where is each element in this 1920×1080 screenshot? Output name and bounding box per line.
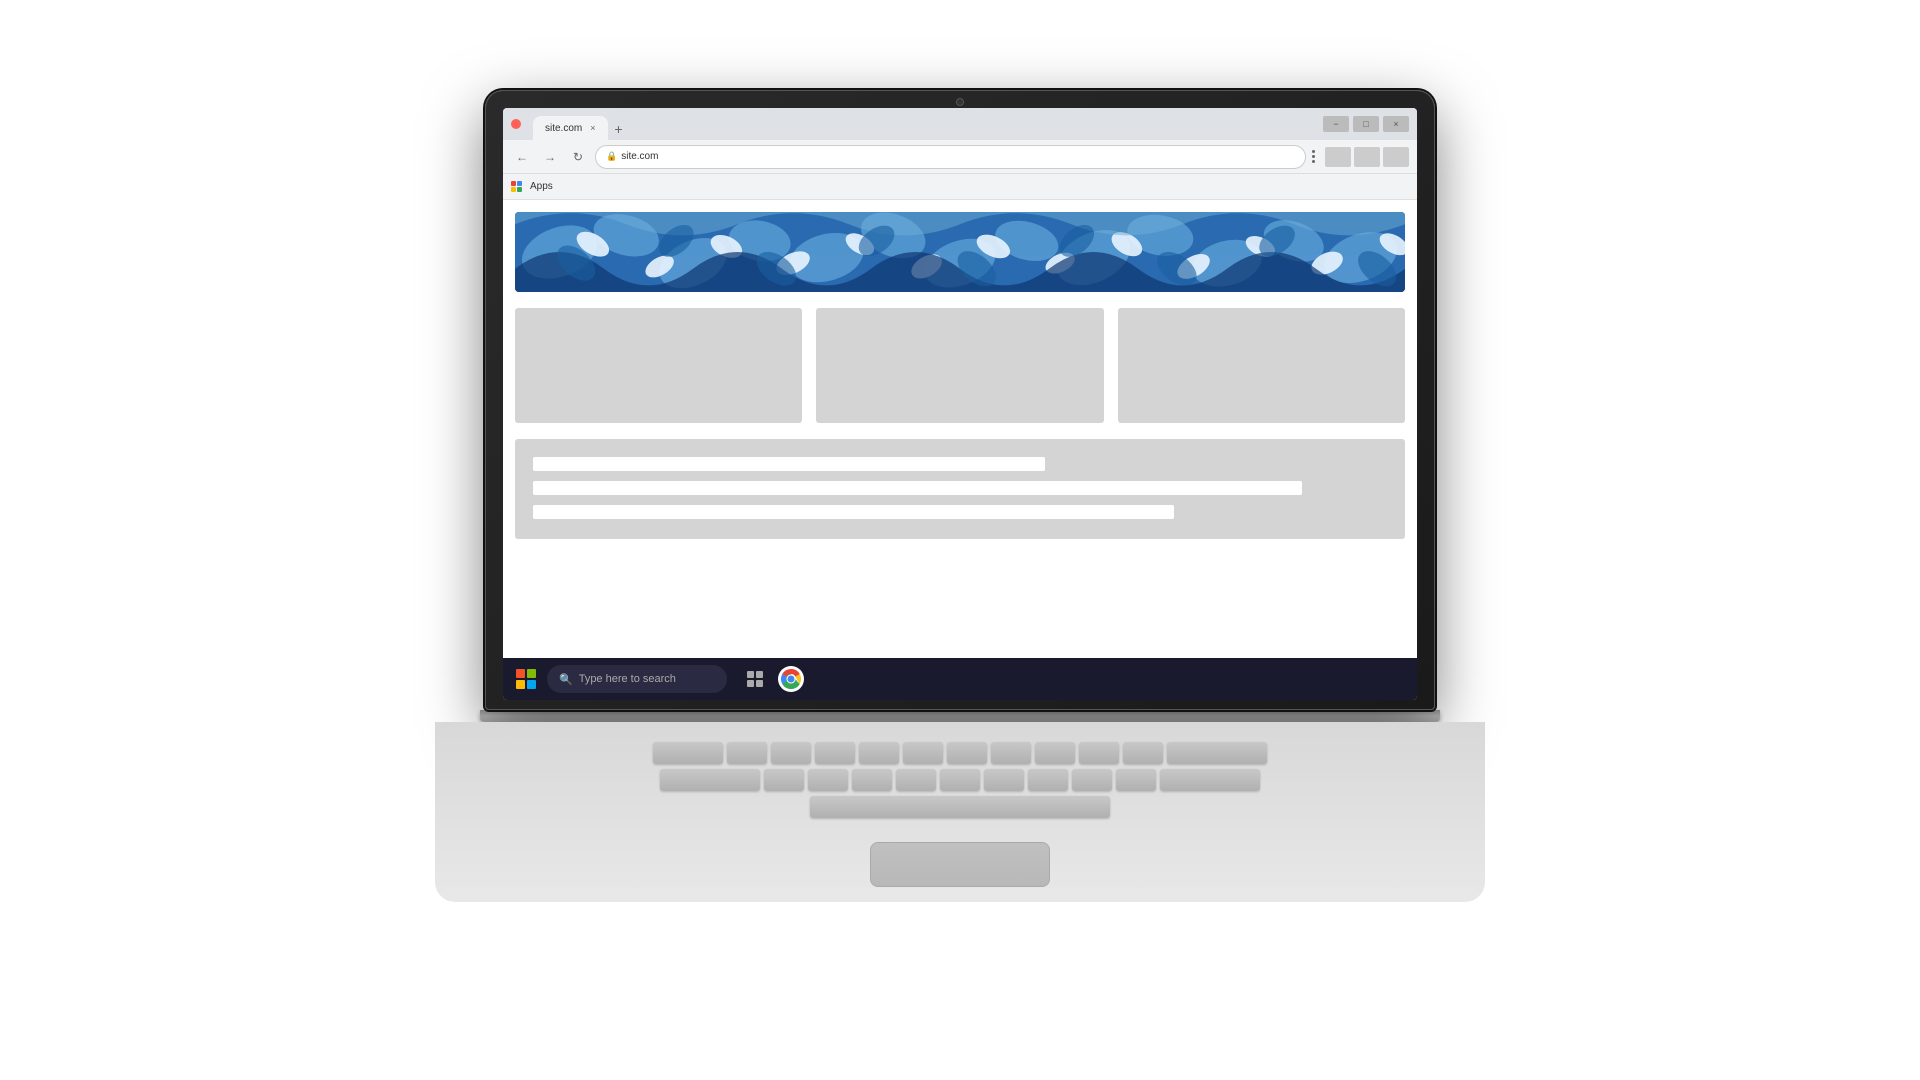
key-q (727, 742, 767, 764)
toolbar-shortcut-3[interactable] (1383, 147, 1409, 167)
windows-logo-icon (516, 669, 536, 689)
apps-cell-4 (517, 187, 522, 192)
tab-close-icon[interactable]: × (590, 123, 595, 133)
key-k (1072, 769, 1112, 791)
browser-menu-button[interactable] (1312, 150, 1315, 163)
win-pane-yellow (516, 680, 525, 689)
key-g (940, 769, 980, 791)
forward-button[interactable]: → (539, 146, 561, 168)
key-h (984, 769, 1024, 791)
webpage-content (503, 200, 1417, 658)
card-2 (816, 308, 1103, 423)
new-tab-button[interactable]: + (608, 118, 630, 140)
key-j (1028, 769, 1068, 791)
tab-label: site.com (545, 123, 582, 134)
window-close-button[interactable]: × (1383, 116, 1409, 132)
search-icon: 🔍 (559, 673, 573, 686)
address-text: site.com (621, 151, 658, 162)
lock-icon: 🔒 (606, 151, 617, 162)
card-1 (515, 308, 802, 423)
keyboard-area (435, 722, 1485, 902)
address-bar[interactable]: 🔒 site.com (595, 145, 1306, 169)
screen: site.com × + − □ × ← → ↻ 🔒 site.c (503, 108, 1417, 700)
win-pane-red (516, 669, 525, 678)
menu-dot-1 (1312, 150, 1315, 153)
key-f (896, 769, 936, 791)
key-e (815, 742, 855, 764)
close-dot (511, 119, 521, 129)
key-s (808, 769, 848, 791)
text-line-1 (533, 457, 1045, 471)
tab-bar: site.com × + (527, 108, 1317, 140)
maximize-button[interactable]: □ (1353, 116, 1379, 132)
search-placeholder-text: Type here to search (579, 673, 676, 685)
key-l (1116, 769, 1156, 791)
key-backspace (1167, 742, 1267, 764)
apps-cell-1 (511, 181, 516, 186)
taskbar-search[interactable]: 🔍 Type here to search (547, 665, 727, 693)
browser-toolbar: ← → ↻ 🔒 site.com (503, 140, 1417, 174)
task-view-button[interactable] (741, 665, 769, 693)
webcam (956, 98, 964, 106)
text-lines (533, 457, 1387, 521)
win-pane-green (527, 669, 536, 678)
key-i (1035, 742, 1075, 764)
start-button[interactable] (511, 664, 541, 694)
hero-banner (515, 212, 1405, 292)
toolbar-shortcut-1[interactable] (1325, 147, 1351, 167)
taskbar-icons (741, 665, 805, 693)
laptop-container: site.com × + − □ × ← → ↻ 🔒 site.c (435, 90, 1485, 990)
key-y (947, 742, 987, 764)
browser-titlebar: site.com × + − □ × (503, 108, 1417, 140)
apps-cell-2 (517, 181, 522, 186)
trackpad[interactable] (870, 842, 1050, 887)
key-o (1079, 742, 1119, 764)
minimize-button[interactable]: − (1323, 116, 1349, 132)
keyboard-rows (435, 722, 1485, 828)
menu-dot-3 (1312, 160, 1315, 163)
key-d (852, 769, 892, 791)
taskbar: 🔍 Type here to search (503, 658, 1417, 700)
key-tab (653, 742, 723, 764)
key-p (1123, 742, 1163, 764)
back-button[interactable]: ← (511, 146, 533, 168)
toolbar-shortcut-2[interactable] (1354, 147, 1380, 167)
key-r (859, 742, 899, 764)
menu-dot-2 (1312, 155, 1315, 158)
text-line-3 (533, 505, 1174, 519)
apps-grid-icon (511, 181, 522, 192)
browser-tab[interactable]: site.com × (533, 116, 608, 140)
key-spacebar (810, 796, 1110, 818)
screen-bezel: site.com × + − □ × ← → ↻ 🔒 site.c (485, 90, 1435, 710)
apps-cell-3 (511, 187, 516, 192)
key-caps (660, 769, 760, 791)
text-line-2 (533, 481, 1302, 495)
card-3 (1118, 308, 1405, 423)
apps-bookmark-label[interactable]: Apps (530, 181, 553, 192)
content-section (515, 439, 1405, 539)
chrome-browser-icon[interactable] (777, 665, 805, 693)
key-w (771, 742, 811, 764)
key-t (903, 742, 943, 764)
key-enter (1160, 769, 1260, 791)
window-controls: − □ × (1323, 116, 1409, 132)
key-u (991, 742, 1031, 764)
card-grid (515, 308, 1405, 423)
laptop-hinge (480, 710, 1440, 722)
key-a (764, 769, 804, 791)
win-pane-blue (527, 680, 536, 689)
refresh-button[interactable]: ↻ (567, 146, 589, 168)
bookmarks-bar: Apps (503, 174, 1417, 200)
